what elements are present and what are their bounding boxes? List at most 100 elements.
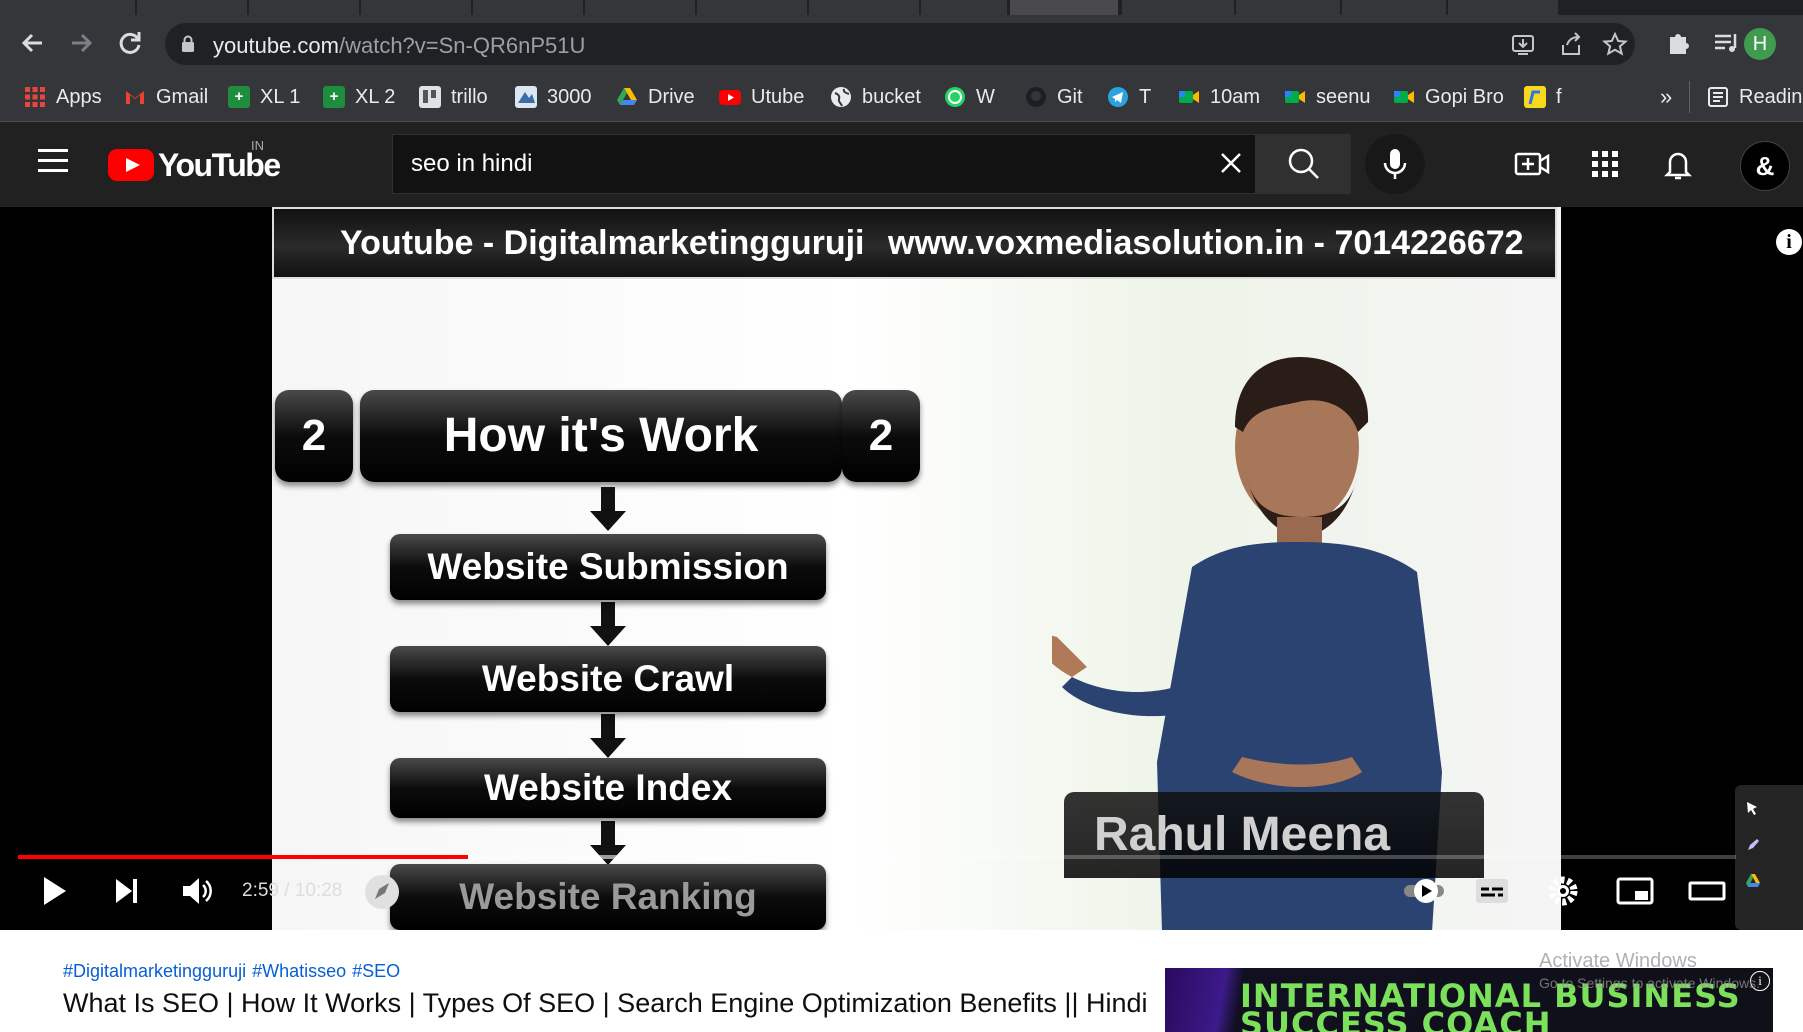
bookmark-f[interactable]: f [1524,83,1562,111]
youtube-logo[interactable]: YouTube [108,147,281,183]
reload-icon [119,32,141,54]
autoplay-toggle-icon[interactable] [362,872,402,912]
back-button[interactable] [12,22,54,64]
bookmark-gmail[interactable]: Gmail [124,83,208,111]
browser-tab[interactable] [1342,0,1446,15]
puzzle-icon [1670,34,1689,54]
bookmark-3000[interactable]: 3000 [515,83,592,111]
forward-button[interactable] [60,22,102,64]
microphone-icon [1383,149,1407,179]
bookmarks-overflow-button[interactable]: » [1660,83,1672,111]
create-video-icon[interactable] [1512,144,1552,184]
step-website-ranking: Website Ranking [390,864,826,930]
floating-side-panel[interactable] [1735,785,1803,930]
down-arrow-icon [590,714,626,758]
volume-icon[interactable] [173,867,221,915]
info-icon[interactable]: i [1776,229,1802,255]
voice-search-button[interactable] [1365,134,1425,194]
bookmark-gopi-bro[interactable]: Gopi Bro [1393,83,1504,111]
browser-tab[interactable] [137,0,247,15]
clear-search-button[interactable] [1213,145,1249,181]
slide-heading: How it's Work [360,390,842,482]
progress-bar[interactable] [18,855,1736,859]
video-frame: Youtube - Digitalmarketingguruji www.vox… [272,207,1561,930]
browser-tab-active[interactable] [1010,0,1118,15]
arrow-right-icon [72,33,93,53]
playlist-icon [1715,34,1737,52]
bookmark-star-icon[interactable] [1601,31,1629,59]
account-avatar[interactable]: & [1740,141,1790,191]
video-title: What Is SEO | How It Works | Types Of SE… [63,988,1148,1018]
theater-mode-icon[interactable] [1683,867,1731,915]
bookmark-w[interactable]: W [944,83,995,111]
lock-icon[interactable] [181,35,195,53]
bookmark-10am[interactable]: 10am [1178,83,1260,111]
profile-avatar[interactable]: H [1744,28,1776,60]
bookmark-xl1[interactable]: + XL 1 [228,83,300,111]
browser-tab[interactable] [249,0,359,15]
notifications-bell-icon[interactable] [1658,144,1698,184]
cursor-icon[interactable] [1745,800,1761,816]
browser-tab[interactable] [1236,0,1340,15]
miniplayer-icon[interactable] [1611,867,1659,915]
progress-played [18,855,469,859]
menu-icon[interactable] [38,149,68,172]
youtube-icon [719,86,741,108]
bookmark-bucket[interactable]: bucket [830,83,921,111]
time-display: 2:59 / 10:28 [242,880,343,901]
meet-icon [1393,86,1415,108]
github-icon [1025,86,1047,108]
autoplay-switch-icon[interactable] [1400,867,1448,915]
search-button[interactable] [1256,134,1351,194]
browser-tab[interactable] [473,0,583,15]
browser-tab[interactable] [921,0,1007,15]
bookmark-trillo[interactable]: trillo [419,83,488,111]
step-website-crawl: Website Crawl [390,646,826,712]
bookmark-xl2[interactable]: + XL 2 [323,83,395,111]
bookmark-git[interactable]: Git [1025,83,1083,111]
settings-gear-icon[interactable] [1539,867,1587,915]
play-icon[interactable] [30,867,78,915]
bookmark-apps[interactable]: Apps [24,83,102,111]
pen-icon[interactable] [1745,837,1761,853]
bookmark-t[interactable]: T [1107,83,1151,111]
browser-tab[interactable] [809,0,919,15]
apps-icon[interactable] [1585,144,1625,184]
hashtag-list: #Digitalmarketingguruji #Whatisseo #SEO [63,961,406,982]
reload-button[interactable] [109,22,151,64]
browser-tab[interactable] [697,0,807,15]
drive-icon [616,86,638,108]
hashtag-link[interactable]: #SEO [352,961,400,981]
extensions-button[interactable] [1658,22,1700,64]
browser-tab[interactable] [1448,0,1558,15]
sheets-plus-icon: + [228,86,250,108]
reading-list-button[interactable]: Reading [1707,83,1803,111]
install-app-icon[interactable] [1509,31,1537,59]
gmail-icon [124,86,146,108]
drive-icon[interactable] [1745,873,1761,889]
browser-tab[interactable] [361,0,471,15]
apps-grid-icon [24,86,46,108]
next-icon[interactable] [102,867,150,915]
media-control-button[interactable] [1705,22,1747,64]
bookmark-utube[interactable]: Utube [719,83,804,111]
bookmark-seenu[interactable]: seenu [1284,83,1371,111]
browser-tab[interactable] [1122,0,1234,15]
search-input[interactable]: seo in hindi [392,134,1256,194]
video-player[interactable]: Youtube - Digitalmarketingguruji www.vox… [0,207,1803,930]
address-bar[interactable]: youtube.com/watch?v=Sn-QR6nP51U [165,23,1635,65]
hashtag-link[interactable]: #Whatisseo [252,961,346,981]
divider [1689,81,1690,113]
subtitles-icon[interactable] [1468,867,1516,915]
browser-tab[interactable] [585,0,695,15]
down-arrow-icon [590,487,626,531]
share-icon[interactable] [1557,31,1585,59]
url-text[interactable]: youtube.com/watch?v=Sn-QR6nP51U [213,33,585,59]
browser-tab[interactable] [0,0,135,15]
bookmark-drive[interactable]: Drive [616,83,695,111]
reading-list-icon [1707,86,1729,108]
hashtag-link[interactable]: #Digitalmarketingguruji [63,961,246,981]
globe-icon [830,86,852,108]
meet-icon [1178,86,1200,108]
tab-strip[interactable] [0,0,1803,15]
